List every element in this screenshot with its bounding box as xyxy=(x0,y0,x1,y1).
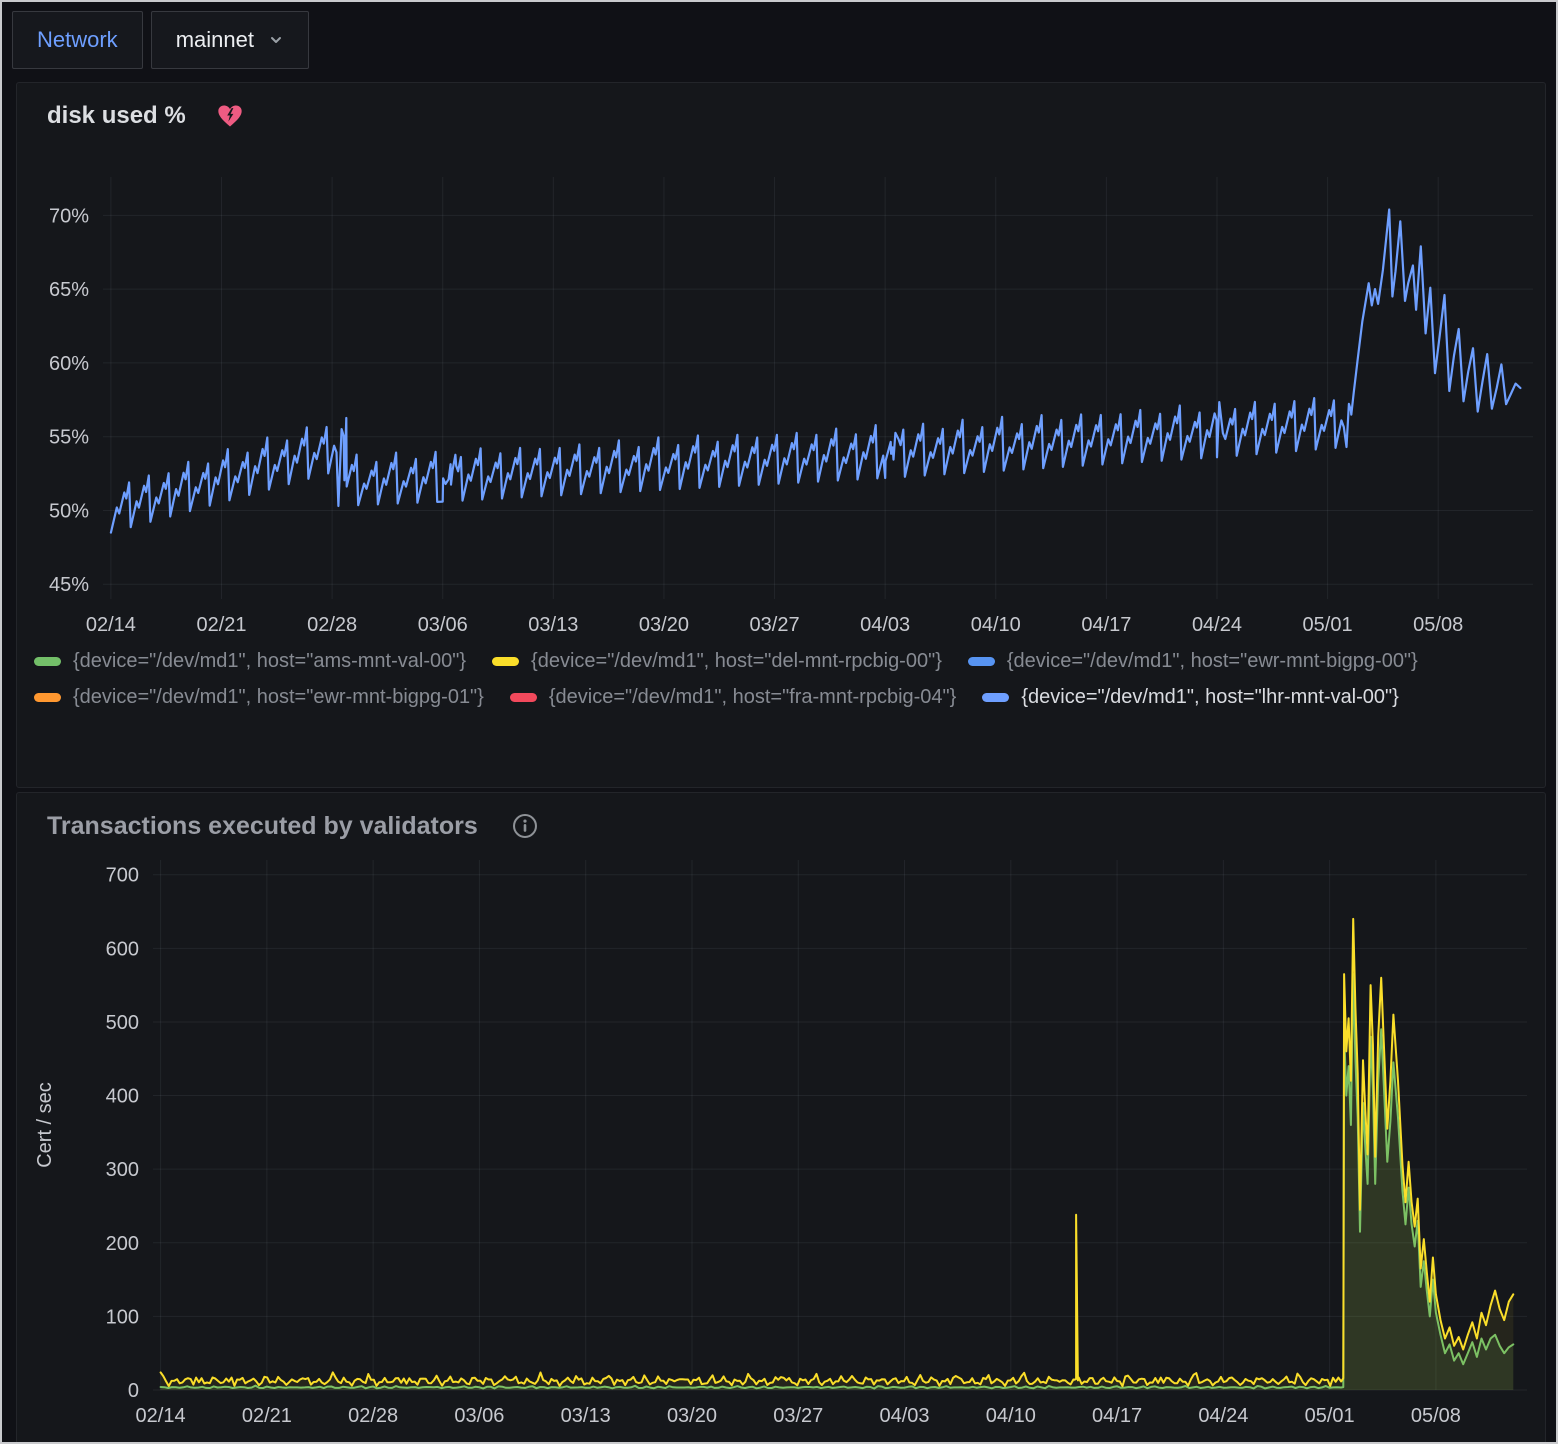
legend-item[interactable]: {device="/dev/md1", host="del-mnt-rpcbig… xyxy=(492,650,942,673)
x-tick-label: 02/14 xyxy=(136,1405,186,1427)
x-tick-label: 05/08 xyxy=(1413,614,1463,636)
legend-item[interactable]: {device="/dev/md1", host="lhr-mnt-val-00… xyxy=(982,686,1398,709)
y-tick-label: 65% xyxy=(49,279,89,301)
variable-label-network: Network xyxy=(12,11,143,69)
y-tick-label: 200 xyxy=(106,1233,139,1255)
legend-label: {device="/dev/md1", host="del-mnt-rpcbig… xyxy=(531,650,942,673)
panel-title[interactable]: disk used % xyxy=(47,102,186,130)
y-tick-label: 700 xyxy=(106,865,139,887)
y-tick-label: 70% xyxy=(49,205,89,227)
legend-label: {device="/dev/md1", host="ams-mnt-val-00… xyxy=(73,650,466,673)
disk-used-legend: {device="/dev/md1", host="ams-mnt-val-00… xyxy=(17,640,1545,709)
x-tick-label: 03/20 xyxy=(667,1405,717,1427)
y-tick-label: 55% xyxy=(49,427,89,449)
x-tick-label: 02/14 xyxy=(86,614,136,636)
x-tick-label: 04/17 xyxy=(1081,614,1131,636)
series-line-green-series xyxy=(161,974,1514,1388)
x-tick-label: 05/01 xyxy=(1303,614,1353,636)
x-tick-label: 05/08 xyxy=(1411,1405,1461,1427)
grafana-dashboard: Network mainnet disk used % 45% 50% 55% 60%… xyxy=(0,0,1558,1444)
y-tick-label: 60% xyxy=(49,353,89,375)
legend-swatch xyxy=(34,693,61,702)
y-tick-label: 400 xyxy=(106,1086,139,1108)
panel-transactions-header: Transactions executed by validators xyxy=(17,793,1545,845)
x-tick-label: 03/27 xyxy=(773,1405,823,1427)
legend-swatch xyxy=(982,693,1009,702)
panel-disk-used-header: disk used % xyxy=(17,83,1545,135)
x-tick-label: 03/27 xyxy=(750,614,800,636)
legend-swatch xyxy=(492,657,519,666)
transactions-chart[interactable]: 0 100 200 300 400 500 600 700 02/14 02/21 02/28 03/… xyxy=(17,845,1547,1438)
info-icon[interactable] xyxy=(512,813,538,839)
x-tick-label: 04/03 xyxy=(879,1405,929,1427)
disk-used-chart[interactable]: 45% 50% 55% 60% 65% 70% 02/14 02/21 02/28 03/06 03… xyxy=(17,135,1547,640)
series-area-green-series xyxy=(161,974,1514,1390)
series-line-{device="/dev/md1", host="lhr-mnt-val-00"} xyxy=(111,210,1521,533)
legend-label: {device="/dev/md1", host="lhr-mnt-val-00… xyxy=(1021,686,1398,709)
series-area-yellow-series xyxy=(161,919,1514,1390)
x-tick-label: 03/06 xyxy=(454,1405,504,1427)
y-tick-label: 0 xyxy=(128,1380,139,1402)
x-tick-label: 02/28 xyxy=(307,614,357,636)
y-tick-label: 300 xyxy=(106,1159,139,1181)
x-tick-label: 04/17 xyxy=(1092,1405,1142,1427)
x-tick-label: 04/03 xyxy=(860,614,910,636)
x-tick-label: 02/21 xyxy=(242,1405,292,1427)
panel-transactions: Transactions executed by validators 0 100… xyxy=(16,792,1546,1444)
variable-value-text: mainnet xyxy=(176,27,254,53)
legend-label: {device="/dev/md1", host="ewr-mnt-bigpg-… xyxy=(1007,650,1418,673)
x-tick-label: 04/10 xyxy=(971,614,1021,636)
legend-item[interactable]: {device="/dev/md1", host="ewr-mnt-bigpg-… xyxy=(968,650,1418,673)
variable-dropdown-mainnet[interactable]: mainnet xyxy=(151,11,309,69)
panel-disk-used: disk used % 45% 50% 55% 60% 65% 70% 02/14 02/21… xyxy=(16,82,1546,788)
x-tick-label: 05/01 xyxy=(1305,1405,1355,1427)
dashboard-toolbar: Network mainnet xyxy=(2,2,1556,78)
legend-item[interactable]: {device="/dev/md1", host="ams-mnt-val-00… xyxy=(34,650,466,673)
legend-item[interactable]: {device="/dev/md1", host="ewr-mnt-bigpg-… xyxy=(34,686,484,709)
y-tick-label: 500 xyxy=(106,1012,139,1034)
legend-label: {device="/dev/md1", host="ewr-mnt-bigpg-… xyxy=(73,686,484,709)
y-tick-label: 600 xyxy=(106,938,139,960)
legend-item[interactable]: {device="/dev/md1", host="fra-mnt-rpcbig… xyxy=(510,686,957,709)
y-tick-label: 50% xyxy=(49,500,89,522)
legend-swatch xyxy=(34,657,61,666)
x-tick-label: 04/10 xyxy=(986,1405,1036,1427)
y-tick-label: 45% xyxy=(49,574,89,596)
x-tick-label: 02/21 xyxy=(196,614,246,636)
panel-title[interactable]: Transactions executed by validators xyxy=(47,812,478,841)
legend-swatch xyxy=(968,657,995,666)
legend-swatch xyxy=(510,693,537,702)
x-tick-label: 04/24 xyxy=(1192,614,1242,636)
variable-label-text: Network xyxy=(37,27,118,53)
x-tick-label: 03/13 xyxy=(528,614,578,636)
broken-heart-icon xyxy=(216,102,244,130)
x-tick-label: 02/28 xyxy=(348,1405,398,1427)
x-tick-label: 04/24 xyxy=(1198,1405,1248,1427)
x-tick-label: 03/13 xyxy=(561,1405,611,1427)
y-tick-label: 100 xyxy=(106,1306,139,1328)
legend-label: {device="/dev/md1", host="fra-mnt-rpcbig… xyxy=(549,686,957,709)
chevron-down-icon xyxy=(268,32,284,48)
x-tick-label: 03/20 xyxy=(639,614,689,636)
x-tick-label: 03/06 xyxy=(418,614,468,636)
y-axis-label: Cert / sec xyxy=(34,1082,56,1168)
